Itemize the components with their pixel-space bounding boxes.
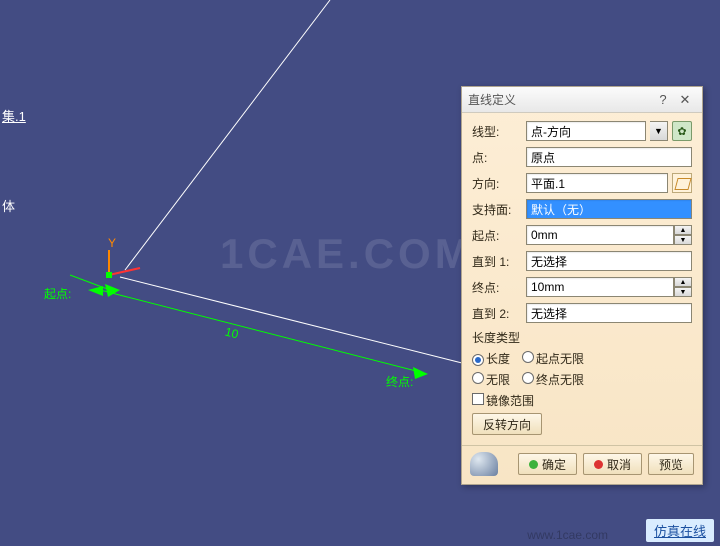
label-start: 起点: <box>472 227 522 244</box>
input-end-value: 10mm <box>531 280 564 294</box>
row-upto1: 直到 1: 无选择 <box>472 251 692 271</box>
radio-end-inf-label: 终点无限 <box>536 373 584 387</box>
plane-icon[interactable] <box>672 173 692 193</box>
help-button[interactable]: ? <box>652 91 674 109</box>
spinner-end: ▲ ▼ <box>674 277 692 297</box>
input-start-value: 0mm <box>531 228 558 242</box>
input-support-value: 默认（无） <box>531 201 591 218</box>
dimension-value: 10 <box>224 325 240 342</box>
spin-up-end[interactable]: ▲ <box>674 277 692 287</box>
dropdown-line-type[interactable]: ▼ <box>650 121 668 141</box>
input-direction-value: 平面.1 <box>531 175 565 192</box>
input-point[interactable]: 原点 <box>526 147 692 167</box>
ok-button-label: 确定 <box>542 456 566 473</box>
dialog-body: 线型: 点-方向 ▼ ✿ 点: 原点 方向: 平面.1 支持面: 默认（无） 起… <box>462 113 702 445</box>
close-button[interactable]: ✕ <box>674 91 696 109</box>
select-line-type-value: 点-方向 <box>531 123 571 140</box>
dialog-titlebar[interactable]: 直线定义 ? ✕ <box>462 87 702 113</box>
mirror-row: 镜像范围 <box>472 392 692 409</box>
line-definition-dialog: 直线定义 ? ✕ 线型: 点-方向 ▼ ✿ 点: 原点 方向: 平面.1 支持面… <box>461 86 703 485</box>
viewport-3d[interactable]: 集.1 体 起点: Y 10 终点: 1CAE.COM www.1cae.com… <box>0 0 720 546</box>
row-end: 终点: 10mm ▲ ▼ <box>472 277 692 297</box>
label-support: 支持面: <box>472 201 522 218</box>
cancel-button[interactable]: 取消 <box>583 453 642 475</box>
row-support: 支持面: 默认（无） <box>472 199 692 219</box>
radio-end-inf[interactable]: 终点无限 <box>522 371 584 388</box>
start-point-label: 起点: <box>44 285 71 302</box>
end-point-label: 终点: <box>386 373 413 390</box>
watermark-center: 1CAE.COM <box>220 230 474 278</box>
spin-down-end[interactable]: ▼ <box>674 287 692 297</box>
spinner-start: ▲ ▼ <box>674 225 692 245</box>
radio-length-label: 长度 <box>486 352 510 366</box>
radio-start-inf[interactable]: 起点无限 <box>522 350 584 367</box>
ok-button[interactable]: 确定 <box>518 453 577 475</box>
watermark-url: www.1cae.com <box>527 528 608 542</box>
radio-row-1: 长度 起点无限 <box>472 350 692 367</box>
label-end: 终点: <box>472 279 522 296</box>
spin-down-start[interactable]: ▼ <box>674 235 692 245</box>
input-support[interactable]: 默认（无） <box>526 199 692 219</box>
label-point: 点: <box>472 149 522 166</box>
label-upto1: 直到 1: <box>472 253 522 270</box>
input-upto1[interactable]: 无选择 <box>526 251 692 271</box>
preview-button-label: 预览 <box>659 456 683 473</box>
row-start: 起点: 0mm ▲ ▼ <box>472 225 692 245</box>
row-point: 点: 原点 <box>472 147 692 167</box>
dialog-footer: 确定 取消 预览 <box>462 445 702 484</box>
tree-item-set1[interactable]: 集.1 <box>2 106 26 125</box>
input-upto2-value: 无选择 <box>531 305 567 322</box>
label-direction: 方向: <box>472 175 522 192</box>
row-direction: 方向: 平面.1 <box>472 173 692 193</box>
bottom-link[interactable]: 仿真在线 <box>646 519 714 542</box>
input-upto2[interactable]: 无选择 <box>526 303 692 323</box>
label-upto2: 直到 2: <box>472 305 522 322</box>
dialog-title: 直线定义 <box>468 91 652 108</box>
tree-item-body[interactable]: 体 <box>2 196 15 215</box>
input-direction[interactable]: 平面.1 <box>526 173 668 193</box>
cancel-button-label: 取消 <box>607 456 631 473</box>
checkbox-mirror[interactable]: 镜像范围 <box>472 392 534 409</box>
checkbox-mirror-label: 镜像范围 <box>486 394 534 408</box>
radio-inf[interactable]: 无限 <box>472 371 510 388</box>
label-line-type: 线型: <box>472 123 522 140</box>
radio-start-inf-label: 起点无限 <box>536 352 584 366</box>
formula-icon[interactable]: ✿ <box>672 121 692 141</box>
axis-y-label: Y <box>108 236 116 250</box>
reverse-direction-button[interactable]: 反转方向 <box>472 413 542 435</box>
globe-icon[interactable] <box>470 452 498 476</box>
row-upto2: 直到 2: 无选择 <box>472 303 692 323</box>
radio-length[interactable]: 长度 <box>472 350 510 367</box>
input-upto1-value: 无选择 <box>531 253 567 270</box>
input-start[interactable]: 0mm <box>526 225 674 245</box>
length-type-label: 长度类型 <box>472 329 692 346</box>
preview-button[interactable]: 预览 <box>648 453 694 475</box>
input-end[interactable]: 10mm <box>526 277 674 297</box>
input-point-value: 原点 <box>531 149 555 166</box>
radio-row-2: 无限 终点无限 <box>472 371 692 388</box>
reverse-direction-label: 反转方向 <box>483 416 531 433</box>
spin-up-start[interactable]: ▲ <box>674 225 692 235</box>
row-line-type: 线型: 点-方向 ▼ ✿ <box>472 121 692 141</box>
radio-inf-label: 无限 <box>486 373 510 387</box>
select-line-type[interactable]: 点-方向 <box>526 121 646 141</box>
